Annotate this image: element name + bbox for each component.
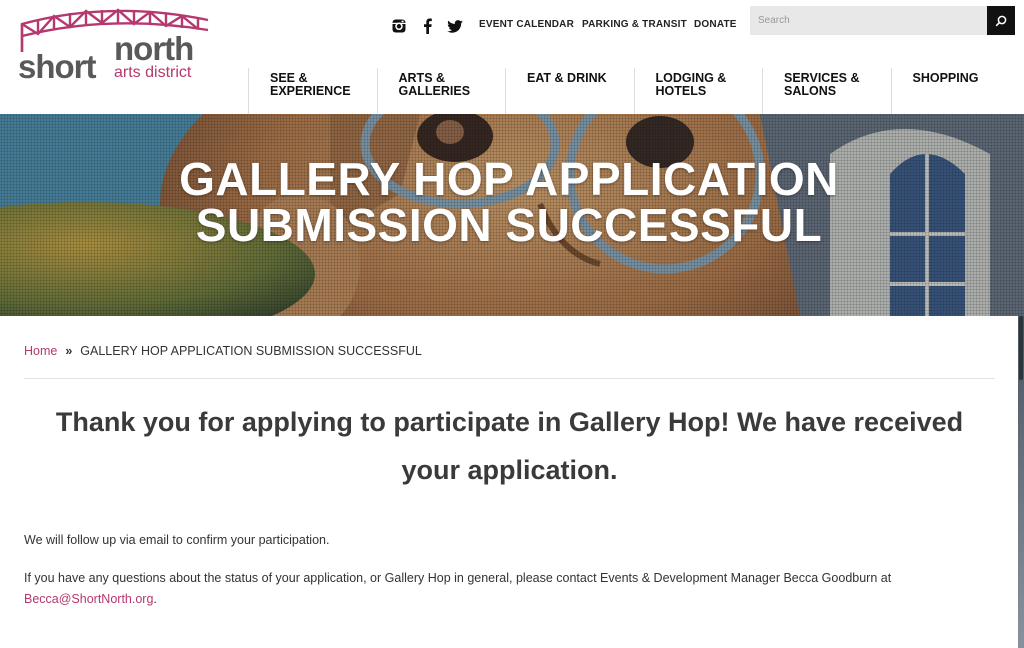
search-input[interactable]: [750, 6, 987, 35]
parking-transit-link[interactable]: PARKING & TRANSIT: [582, 19, 687, 30]
site-header: north short arts district EVENT CALENDAR…: [0, 0, 1024, 114]
logo-tagline: arts district: [114, 64, 192, 81]
breadcrumb-home-link[interactable]: Home: [24, 344, 57, 358]
nav-arts-galleries[interactable]: ARTS & GALLERIES: [376, 68, 506, 114]
contact-end: .: [153, 592, 157, 606]
breadcrumb-separator: »: [65, 344, 73, 358]
page-title-line-2: SUBMISSION SUCCESSFUL: [195, 199, 823, 251]
nav-see-experience[interactable]: SEE & EXPERIENCE: [248, 68, 377, 114]
nav-eat-drink[interactable]: EAT & DRINK: [505, 68, 634, 114]
nav-shopping[interactable]: SHOPPING: [890, 68, 1020, 114]
event-calendar-link[interactable]: EVENT CALENDAR: [479, 19, 574, 30]
confirmation-heading: Thank you for applying to participate in…: [55, 407, 964, 485]
site-logo[interactable]: north short arts district: [18, 6, 214, 86]
logo-north-text: north: [114, 30, 194, 67]
hero-banner: GALLERY HOP APPLICATION SUBMISSION SUCCE…: [0, 114, 1024, 316]
divider: [24, 378, 995, 379]
breadcrumb-current: GALLERY HOP APPLICATION SUBMISSION SUCCE…: [80, 344, 422, 358]
donate-link[interactable]: DONATE: [694, 19, 737, 30]
contact-text: If you have any questions about the stat…: [24, 571, 892, 585]
facebook-icon[interactable]: [420, 16, 434, 36]
breadcrumb: Home » GALLERY HOP APPLICATION SUBMISSION …: [24, 344, 422, 358]
page-title-line-1: GALLERY HOP APPLICATION: [179, 153, 839, 205]
search-button[interactable]: [987, 6, 1015, 35]
contact-paragraph: If you have any questions about the stat…: [24, 568, 984, 610]
logo-short-text: short: [18, 48, 96, 85]
nav-lodging-hotels[interactable]: LODGING & HOTELS: [633, 68, 763, 114]
main-nav: SEE & EXPERIENCE ARTS & GALLERIES EAT & …: [248, 68, 1024, 114]
nav-services-salons[interactable]: SERVICES & SALONS: [762, 68, 891, 114]
instagram-icon[interactable]: [391, 16, 407, 36]
page-title: GALLERY HOP APPLICATION SUBMISSION SUCCE…: [0, 156, 1018, 248]
contact-email-link[interactable]: Becca@ShortNorth.org: [24, 592, 153, 606]
twitter-icon[interactable]: [446, 16, 464, 36]
follow-up-paragraph: We will follow up via email to confirm y…: [24, 533, 330, 547]
search-icon: [995, 15, 1007, 26]
scrollbar-thumb[interactable]: [1019, 316, 1023, 380]
